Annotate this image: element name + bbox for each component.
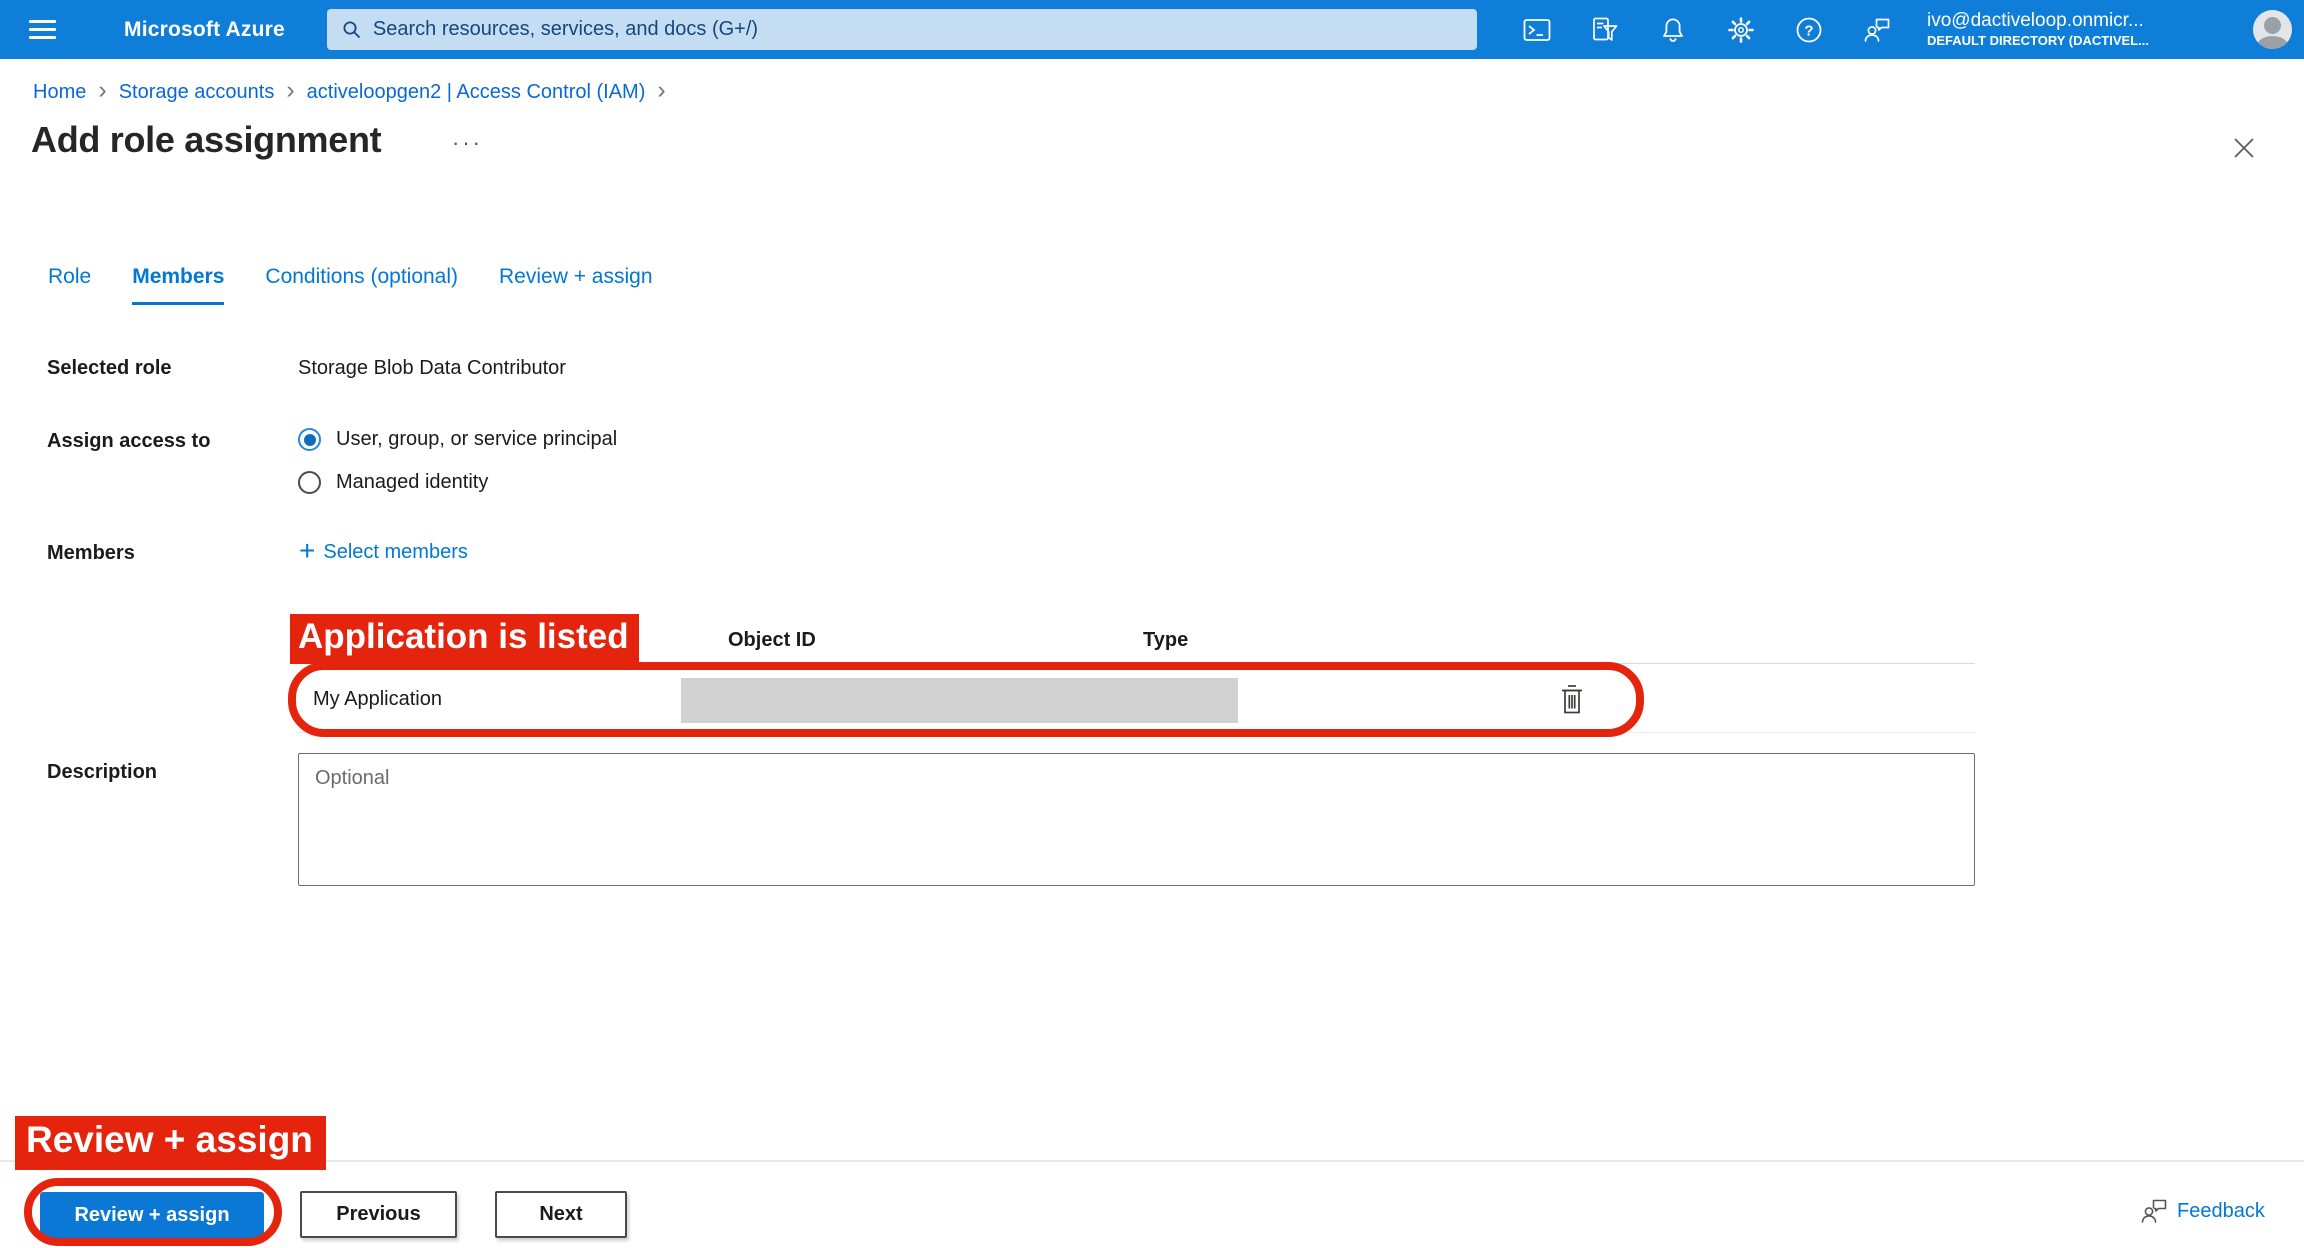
close-icon[interactable] — [2231, 135, 2257, 161]
column-header-object-id: Object ID — [728, 629, 816, 652]
global-search-box[interactable] — [327, 9, 1477, 50]
description-textarea[interactable] — [298, 753, 1975, 886]
avatar-head — [2264, 17, 2281, 34]
column-header-type: Type — [1143, 629, 1188, 652]
account-menu[interactable]: ivo@dactiveloop.onmicr... DEFAULT DIRECT… — [1927, 9, 2243, 51]
avatar-body — [2257, 36, 2288, 49]
assign-access-label: Assign access to — [47, 430, 210, 453]
members-label: Members — [47, 542, 135, 565]
radio-unselected-icon — [298, 471, 321, 494]
cloud-shell-button[interactable] — [1523, 16, 1551, 44]
settings-gear-button[interactable] — [1727, 16, 1755, 44]
review-assign-button[interactable]: Review + assign — [40, 1192, 264, 1238]
breadcrumb-chevron-icon: › — [657, 80, 665, 104]
radio-selected-icon — [298, 428, 321, 451]
select-members-link[interactable]: + Select members — [299, 541, 468, 564]
feedback-link[interactable]: Feedback — [2139, 1197, 2265, 1225]
redacted-object-id-value — [681, 678, 1238, 723]
breadcrumb-chevron-icon: › — [286, 80, 294, 104]
tab-review-assign[interactable]: Review + assign — [499, 265, 653, 305]
help-button[interactable]: ? — [1795, 16, 1823, 44]
tab-members[interactable]: Members — [132, 265, 224, 305]
footer-divider — [0, 1160, 2304, 1162]
member-row-name: My Application — [313, 688, 442, 711]
breadcrumb-home[interactable]: Home — [33, 81, 86, 104]
feedback-person-icon — [2139, 1197, 2169, 1225]
notifications-bell-button[interactable] — [1659, 16, 1687, 44]
breadcrumb-chevron-icon: › — [98, 80, 106, 104]
delete-trash-icon[interactable] — [1558, 683, 1586, 716]
page-title: Add role assignment — [31, 119, 381, 161]
search-icon — [341, 19, 363, 41]
radio-managed-identity[interactable]: Managed identity — [298, 471, 488, 494]
breadcrumb-access-control[interactable]: activeloopgen2 | Access Control (IAM) — [307, 81, 646, 104]
previous-button[interactable]: Previous — [300, 1191, 457, 1238]
selected-role-value: Storage Blob Data Contributor — [298, 357, 566, 380]
tab-bar: Role Members Conditions (optional) Revie… — [48, 265, 653, 305]
directory-filter-button[interactable] — [1591, 16, 1619, 44]
svg-text:?: ? — [1804, 22, 1813, 39]
avatar[interactable] — [2253, 10, 2292, 49]
table-row-divider — [296, 732, 1975, 733]
annotation-review-assign: Review + assign — [15, 1116, 326, 1170]
selected-role-label: Selected role — [47, 357, 172, 380]
azure-brand-logo[interactable]: Microsoft Azure — [124, 18, 285, 42]
next-button[interactable]: Next — [495, 1191, 627, 1238]
azure-portal-page: Microsoft Azure — [0, 0, 2304, 1248]
description-label: Description — [47, 761, 157, 784]
topbar-icon-group: ? — [1523, 16, 1891, 44]
account-email: ivo@dactiveloop.onmicr... — [1927, 9, 2243, 34]
feedback-person-button[interactable] — [1863, 16, 1891, 44]
hamburger-menu-button[interactable] — [0, 0, 84, 59]
radio-user-group-service-principal[interactable]: User, group, or service principal — [298, 428, 617, 451]
breadcrumb-storage-accounts[interactable]: Storage accounts — [119, 81, 275, 104]
search-input[interactable] — [373, 18, 1463, 41]
tab-role[interactable]: Role — [48, 265, 91, 305]
top-bar: Microsoft Azure — [0, 0, 2304, 59]
more-actions-button[interactable]: ··· — [452, 130, 483, 156]
hamburger-icon — [29, 15, 56, 44]
breadcrumb: Home › Storage accounts › activeloopgen2… — [33, 80, 666, 104]
plus-icon: + — [299, 541, 315, 564]
account-directory: DEFAULT DIRECTORY (DACTIVEL... — [1927, 33, 2243, 50]
tab-conditions[interactable]: Conditions (optional) — [265, 265, 458, 305]
annotation-application-listed: Application is listed — [290, 614, 639, 664]
